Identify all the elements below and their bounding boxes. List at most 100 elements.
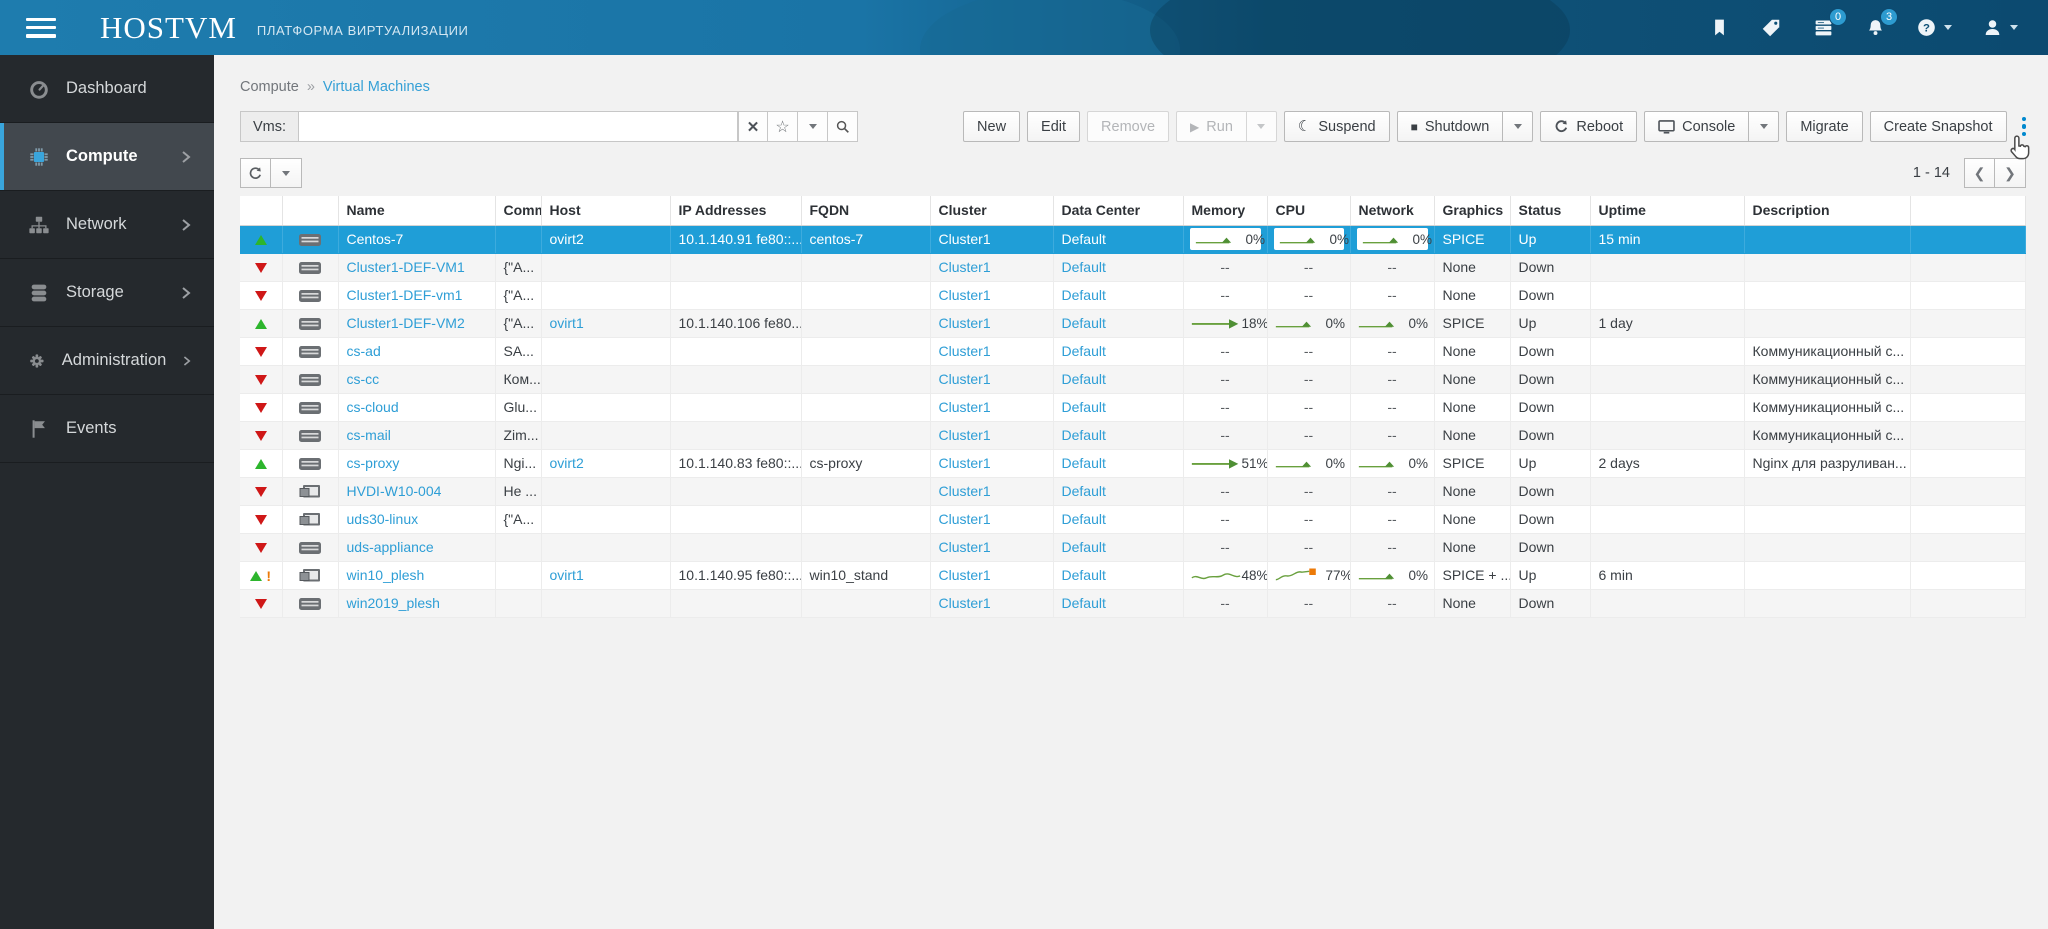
remove-button[interactable]: Remove — [1087, 111, 1170, 142]
bookmark-search-button[interactable]: ☆ — [768, 111, 799, 142]
col-header-network[interactable]: Network — [1350, 196, 1435, 226]
vm-datacenter-link[interactable]: Default — [1062, 455, 1106, 471]
vm-cluster-link[interactable]: Cluster1 — [939, 567, 991, 583]
vm-host-link[interactable]: ovirt2 — [550, 231, 584, 247]
vm-name-link[interactable]: Centos-7 — [347, 231, 404, 247]
sidebar-item-network[interactable]: Network — [0, 191, 214, 259]
create-snapshot-button[interactable]: Create Snapshot — [1869, 111, 2007, 142]
vm-row-cs-cc[interactable]: cs-cc Ком... Cluster1 Default -- -- -- None Down… — [240, 365, 2026, 394]
refresh-button[interactable] — [240, 158, 271, 188]
vm-row-win10_plesh[interactable]: ! win10_plesh ovirt1 10.1.140.95 fe80::... w… — [240, 561, 2026, 590]
vm-name-link[interactable]: HVDI-W10-004 — [347, 483, 442, 499]
col-header-fqdn[interactable]: FQDN — [801, 196, 931, 226]
shutdown-button[interactable]: ■ Shutdown — [1396, 111, 1504, 142]
vm-row-Cluster1-DEF-VM2[interactable]: Cluster1-DEF-VM2 {"A... ovirt1 10.1.140.106… — [240, 309, 2026, 338]
vm-datacenter-link[interactable]: Default — [1062, 231, 1106, 247]
refresh-dropdown-button[interactable] — [271, 158, 302, 188]
vm-cluster-link[interactable]: Cluster1 — [939, 315, 991, 331]
col-header-ip-addresses[interactable]: IP Addresses — [670, 196, 802, 226]
vm-row-cs-proxy[interactable]: cs-proxy Ngi... ovirt2 10.1.140.83 fe80::..… — [240, 449, 2026, 478]
vm-name-link[interactable]: Cluster1-DEF-vm1 — [347, 287, 463, 303]
vm-row-cs-ad[interactable]: cs-ad SA... Cluster1 Default -- -- -- None Down К… — [240, 337, 2026, 366]
vm-row-Cluster1-DEF-vm1[interactable]: Cluster1-DEF-vm1 {"A... Cluster1 Default -- -… — [240, 281, 2026, 310]
new-button[interactable]: New — [963, 111, 1021, 142]
vm-row-Centos-7[interactable]: Centos-7 ovirt2 10.1.140.91 fe80::... cento… — [240, 225, 2026, 254]
vm-name-link[interactable]: cs-mail — [347, 427, 391, 443]
col-header-cluster[interactable]: Cluster — [930, 196, 1054, 226]
vm-datacenter-link[interactable]: Default — [1062, 511, 1106, 527]
vm-row-uds30-linux[interactable]: uds30-linux {"A... Cluster1 Default -- -- -- No… — [240, 505, 2026, 534]
run-dropdown-button[interactable] — [1246, 111, 1277, 142]
vm-datacenter-link[interactable]: Default — [1062, 539, 1106, 555]
vm-cluster-link[interactable]: Cluster1 — [939, 595, 991, 611]
menu-toggle-button[interactable] — [26, 16, 56, 40]
vm-cluster-link[interactable]: Cluster1 — [939, 427, 991, 443]
vm-name-link[interactable]: win2019_plesh — [347, 595, 440, 611]
sidebar-item-events[interactable]: Events — [0, 395, 214, 463]
vm-datacenter-link[interactable]: Default — [1062, 371, 1106, 387]
vm-row-uds-appliance[interactable]: uds-appliance Cluster1 Default -- -- -- None Do… — [240, 533, 2026, 562]
migrate-button[interactable]: Migrate — [1786, 111, 1863, 142]
vm-name-link[interactable]: win10_plesh — [347, 567, 425, 583]
col-header-name[interactable]: Name — [338, 196, 496, 226]
help-menu[interactable]: ? — [1916, 17, 1952, 38]
vm-name-link[interactable]: Cluster1-DEF-VM1 — [347, 259, 465, 275]
bell-icon[interactable]: 3 — [1865, 7, 1898, 39]
vm-name-link[interactable]: Cluster1-DEF-VM2 — [347, 315, 465, 331]
vm-datacenter-link[interactable]: Default — [1062, 259, 1106, 275]
col-header-cpu[interactable]: CPU — [1267, 196, 1351, 226]
search-button[interactable] — [828, 111, 859, 142]
search-dropdown-button[interactable] — [798, 111, 829, 142]
run-button[interactable]: ▶ Run — [1176, 111, 1247, 142]
sidebar-item-dashboard[interactable]: Dashboard — [0, 55, 214, 123]
vm-row-Cluster1-DEF-VM1[interactable]: Cluster1-DEF-VM1 {"A... Cluster1 Default -- -… — [240, 253, 2026, 282]
vm-name-link[interactable]: cs-proxy — [347, 455, 400, 471]
vm-cluster-link[interactable]: Cluster1 — [939, 511, 991, 527]
vm-name-link[interactable]: cs-cc — [347, 371, 380, 387]
vm-datacenter-link[interactable]: Default — [1062, 595, 1106, 611]
col-header-comm[interactable]: Comm — [495, 196, 542, 226]
vm-cluster-link[interactable]: Cluster1 — [939, 399, 991, 415]
edit-button[interactable]: Edit — [1027, 111, 1081, 142]
console-button[interactable]: Console — [1644, 111, 1750, 142]
breadcrumb-compute[interactable]: Compute — [240, 79, 299, 95]
vm-cluster-link[interactable]: Cluster1 — [939, 483, 991, 499]
vm-datacenter-link[interactable]: Default — [1062, 287, 1106, 303]
search-input[interactable] — [298, 111, 739, 142]
vm-cluster-link[interactable]: Cluster1 — [939, 371, 991, 387]
col-header-status[interactable]: Status — [1510, 196, 1591, 226]
vm-datacenter-link[interactable]: Default — [1062, 567, 1106, 583]
prev-page-button[interactable]: ❮ — [1964, 158, 1995, 188]
vm-cluster-link[interactable]: Cluster1 — [939, 343, 991, 359]
shutdown-dropdown-button[interactable] — [1503, 111, 1534, 142]
vm-row-HVDI-W10-004[interactable]: HVDI-W10-004 He ... Cluster1 Default -- -- -- N… — [240, 477, 2026, 506]
user-menu[interactable] — [1982, 17, 2018, 38]
vm-cluster-link[interactable]: Cluster1 — [939, 455, 991, 471]
suspend-button[interactable]: ☾ Suspend — [1283, 111, 1390, 142]
vm-name-link[interactable]: uds30-linux — [347, 511, 419, 527]
reboot-button[interactable]: Reboot — [1540, 111, 1638, 142]
vm-name-link[interactable]: cs-ad — [347, 343, 381, 359]
tag-icon[interactable] — [1760, 17, 1782, 39]
vm-name-link[interactable]: uds-appliance — [347, 539, 434, 555]
next-page-button[interactable]: ❯ — [1995, 158, 2026, 188]
vm-datacenter-link[interactable]: Default — [1062, 399, 1106, 415]
col-header-memory[interactable]: Memory — [1183, 196, 1268, 226]
sidebar-item-compute[interactable]: Compute — [0, 123, 214, 191]
col-header-description[interactable]: Description — [1744, 196, 1911, 226]
breadcrumb-virtual-machines[interactable]: Virtual Machines — [323, 79, 430, 95]
vm-row-cs-cloud[interactable]: cs-cloud Glu... Cluster1 Default -- -- -- None D… — [240, 393, 2026, 422]
vm-row-win2019_plesh[interactable]: win2019_plesh Cluster1 Default -- -- -- None Do… — [240, 589, 2026, 618]
vm-row-cs-mail[interactable]: cs-mail Zim... Cluster1 Default -- -- -- None Do… — [240, 421, 2026, 450]
vm-cluster-link[interactable]: Cluster1 — [939, 231, 991, 247]
vm-cluster-link[interactable]: Cluster1 — [939, 259, 991, 275]
vm-cluster-link[interactable]: Cluster1 — [939, 539, 991, 555]
kebab-menu-icon[interactable] — [2021, 116, 2026, 137]
col-header-graphics[interactable]: Graphics — [1434, 196, 1511, 226]
vm-name-link[interactable]: cs-cloud — [347, 399, 399, 415]
col-header-data-center[interactable]: Data Center — [1053, 196, 1184, 226]
vm-datacenter-link[interactable]: Default — [1062, 427, 1106, 443]
vm-datacenter-link[interactable]: Default — [1062, 315, 1106, 331]
sidebar-item-storage[interactable]: Storage — [0, 259, 214, 327]
clear-search-button[interactable]: ✕ — [738, 111, 769, 142]
